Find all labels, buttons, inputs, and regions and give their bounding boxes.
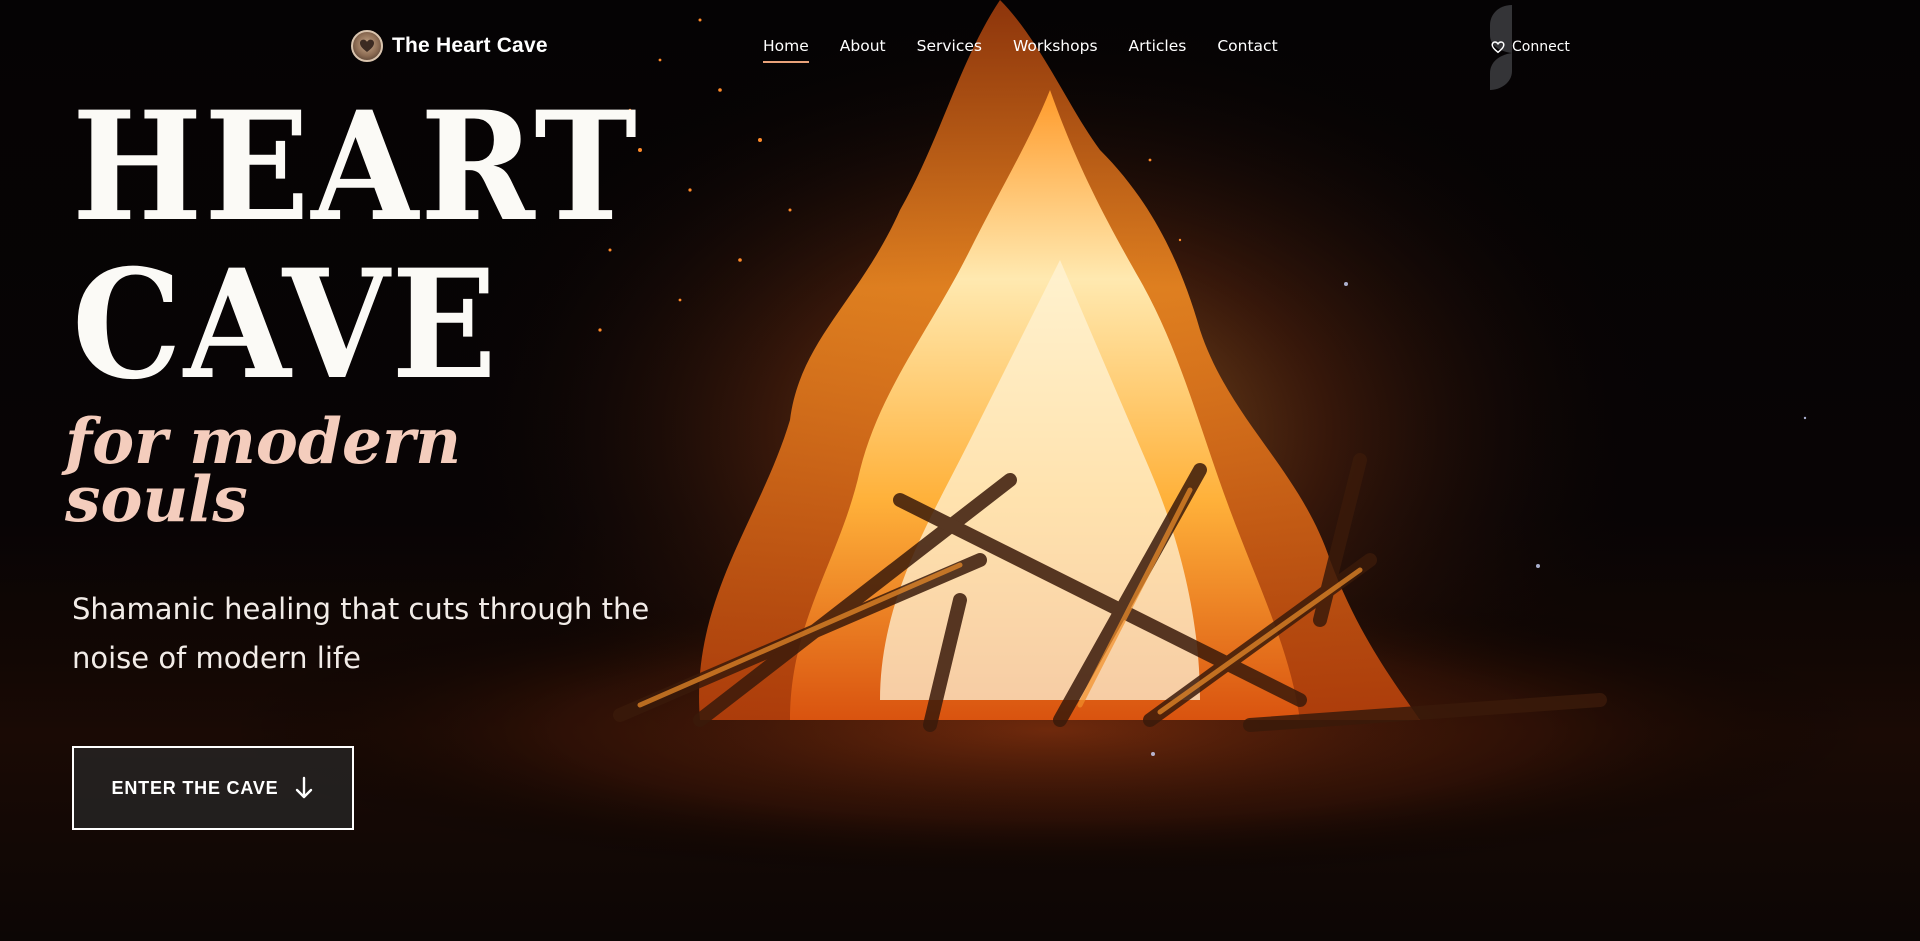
cta-label: ENTER THE CAVE <box>111 777 279 798</box>
hero-title: HEART CAVE <box>72 88 639 404</box>
connect-label: Connect <box>1512 39 1570 55</box>
nav-item-home[interactable]: Home <box>763 37 809 63</box>
connect-button[interactable]: Connect <box>1491 39 1570 55</box>
main-nav: Home About Services Workshops Articles C… <box>763 37 1278 63</box>
nav-item-about[interactable]: About <box>840 37 886 63</box>
enter-the-cave-button[interactable]: ENTER THE CAVE <box>72 746 354 830</box>
hero-title-line-2: CAVE <box>72 237 499 413</box>
nav-item-contact[interactable]: Contact <box>1217 37 1277 63</box>
nav-item-articles[interactable]: Articles <box>1129 37 1187 63</box>
nav-item-services[interactable]: Services <box>917 37 982 63</box>
hero-description: Shamanic healing that cuts through the n… <box>72 592 650 675</box>
nav-item-workshops[interactable]: Workshops <box>1013 37 1098 63</box>
heart-icon <box>1491 40 1505 54</box>
hero-subtitle-line-2: souls <box>65 462 248 536</box>
arrow-down-icon <box>294 776 314 800</box>
brand-link[interactable]: The Heart Cave <box>351 30 548 62</box>
heart-logo-icon <box>351 30 383 62</box>
brand-name: The Heart Cave <box>392 34 548 57</box>
hero-title-line-1: HEART <box>72 79 639 255</box>
hero-subtitle: for modern souls <box>65 410 461 536</box>
